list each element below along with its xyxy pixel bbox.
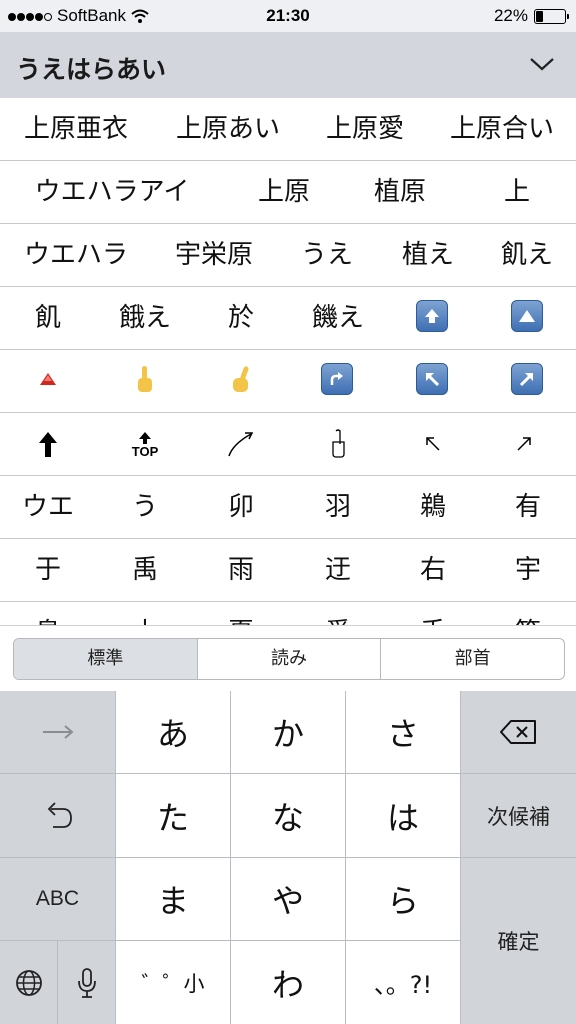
candidate-item[interactable]: 宇 bbox=[515, 539, 541, 601]
key-a[interactable]: あ bbox=[116, 691, 230, 773]
candidate-item[interactable]: 迂 bbox=[325, 539, 351, 601]
pointing-up-hand-icon[interactable] bbox=[128, 363, 162, 397]
battery-percent: 22% bbox=[493, 6, 528, 25]
candidate-item[interactable]: ウエハラ bbox=[24, 224, 128, 286]
candidate-item[interactable]: 飢 bbox=[35, 287, 61, 349]
input-reading: うえはらあい bbox=[16, 55, 167, 84]
candidate-item[interactable]: 禹 bbox=[132, 539, 158, 601]
key-ya[interactable]: や bbox=[231, 858, 345, 940]
key-sa[interactable]: さ bbox=[346, 691, 460, 773]
candidate-list: 上原亜衣 上原あい 上原愛 上原合い ウエハラアイ 上原 植原 上 ウエハラ 宇… bbox=[0, 98, 576, 625]
candidate-item[interactable]: 上原亜衣 bbox=[24, 98, 128, 160]
key-dakuten-small[interactable]: ゛゜小 bbox=[116, 941, 230, 1024]
candidate-row: 上原亜衣 上原あい 上原愛 上原合い bbox=[0, 98, 576, 161]
confirm-key[interactable]: 確定 bbox=[461, 858, 576, 1024]
candidate-item[interactable]: 餓え bbox=[119, 287, 171, 349]
candidate-item[interactable]: 飢え bbox=[501, 224, 553, 286]
hand-pointing-up-outline-icon[interactable] bbox=[320, 426, 356, 462]
candidate-item[interactable]: 雨 bbox=[228, 539, 254, 601]
candidate-item[interactable]: 於 bbox=[228, 287, 254, 349]
candidate-item[interactable]: う bbox=[132, 476, 158, 538]
segment-radical[interactable]: 部首 bbox=[380, 639, 564, 679]
mic-icon bbox=[77, 967, 96, 998]
candidate-item[interactable]: 上原合い bbox=[450, 98, 554, 160]
globe-icon bbox=[15, 969, 42, 996]
candidate-row: 鳥 木 夏 愛 手 等 bbox=[0, 602, 576, 625]
candidate-item[interactable]: 有 bbox=[515, 476, 541, 538]
candidate-item[interactable]: 木 bbox=[132, 602, 158, 625]
candidate-row: ウエハラ 宇栄原 うえ 植え 飢え bbox=[0, 224, 576, 287]
candidate-item[interactable]: 植原 bbox=[374, 161, 426, 223]
key-wa[interactable]: わ bbox=[231, 941, 345, 1024]
candidate-item[interactable]: 羽 bbox=[325, 476, 351, 538]
cursor-right-key[interactable] bbox=[0, 691, 115, 773]
key-ra[interactable]: ら bbox=[346, 858, 460, 940]
candidate-item[interactable]: 愛 bbox=[325, 602, 351, 625]
candidate-row bbox=[0, 350, 576, 413]
candidate-item[interactable]: 夏 bbox=[228, 602, 254, 625]
svg-text:TOP: TOP bbox=[132, 444, 159, 459]
candidate-item[interactable]: 上 bbox=[504, 161, 530, 223]
candidate-row: 于 禹 雨 迂 右 宇 bbox=[0, 539, 576, 602]
undo-icon bbox=[47, 801, 72, 828]
candidate-item[interactable]: 鵜 bbox=[420, 476, 446, 538]
battery-indicator: 22% bbox=[493, 6, 569, 26]
sort-segmented-control: 標準 読み 部首 bbox=[13, 638, 565, 680]
candidate-item[interactable]: うえ bbox=[301, 224, 353, 286]
next-candidate-key[interactable]: 次候補 bbox=[461, 774, 576, 857]
candidate-item[interactable]: ウエハラアイ bbox=[35, 161, 190, 223]
collapse-chevron-icon[interactable] bbox=[528, 50, 556, 78]
arrow-right-curving-up-icon[interactable] bbox=[321, 363, 355, 397]
undo-key[interactable] bbox=[0, 774, 115, 857]
reading-bar: うえはらあい bbox=[0, 32, 576, 98]
key-ka[interactable]: か bbox=[231, 691, 345, 773]
key-ta[interactable]: た bbox=[116, 774, 230, 857]
candidate-row: TOP bbox=[0, 413, 576, 476]
candidate-item[interactable]: ウエ bbox=[22, 476, 74, 538]
candidate-row: ウエ う 卯 羽 鵜 有 bbox=[0, 476, 576, 539]
key-punctuation[interactable]: 、。?! bbox=[346, 941, 460, 1024]
index-pointing-up-icon[interactable] bbox=[224, 363, 258, 397]
heavy-up-arrow-icon[interactable] bbox=[30, 426, 66, 462]
candidate-item[interactable]: 鳥 bbox=[35, 602, 61, 625]
status-bar: SoftBank 21:30 22% bbox=[0, 0, 576, 32]
candidate-item[interactable]: 宇栄原 bbox=[175, 224, 253, 286]
arrow-up-left-icon[interactable] bbox=[416, 363, 450, 397]
kana-keyboard: あ か さ た な は 次候補 ABC ま や ら 確定 ゛゜小 わ 、。?! bbox=[0, 691, 576, 1024]
clock: 21:30 bbox=[266, 6, 310, 25]
candidate-item[interactable]: 饑え bbox=[312, 287, 364, 349]
candidate-item[interactable]: 卯 bbox=[228, 476, 254, 538]
arrow-up-left-thin-icon[interactable] bbox=[415, 426, 451, 462]
candidate-item[interactable]: 手 bbox=[420, 602, 446, 625]
key-ha[interactable]: は bbox=[346, 774, 460, 857]
segment-standard[interactable]: 標準 bbox=[14, 639, 197, 679]
up-triangle-button-emoji-icon[interactable] bbox=[511, 300, 545, 334]
curve-up-arrow-icon[interactable] bbox=[223, 426, 259, 462]
candidate-row: 飢 餓え 於 饑え bbox=[0, 287, 576, 350]
up-button-emoji-icon[interactable] bbox=[416, 300, 450, 334]
delete-icon bbox=[499, 720, 536, 744]
delete-key[interactable] bbox=[461, 691, 576, 773]
candidate-item[interactable]: 植え bbox=[402, 224, 454, 286]
red-triangle-up-icon[interactable] bbox=[31, 363, 65, 397]
dictation-key[interactable] bbox=[58, 941, 115, 1024]
key-na[interactable]: な bbox=[231, 774, 345, 857]
key-ma[interactable]: ま bbox=[116, 858, 230, 940]
arrow-up-right-icon[interactable] bbox=[511, 363, 545, 397]
candidate-item[interactable]: 上原愛 bbox=[326, 98, 404, 160]
candidate-item[interactable]: 右 bbox=[420, 539, 446, 601]
segment-reading[interactable]: 読み bbox=[196, 639, 381, 679]
battery-icon bbox=[534, 8, 569, 24]
candidate-item[interactable]: 上原あい bbox=[176, 98, 280, 160]
candidate-sort-bar: 標準 読み 部首 bbox=[0, 625, 576, 692]
arrow-up-right-thin-icon[interactable] bbox=[506, 426, 542, 462]
top-arrow-icon[interactable]: TOP bbox=[125, 426, 165, 462]
candidate-item[interactable]: 等 bbox=[515, 602, 541, 625]
arrow-right-icon bbox=[42, 725, 74, 739]
candidate-item[interactable]: 于 bbox=[35, 539, 61, 601]
abc-key[interactable]: ABC bbox=[0, 858, 115, 940]
candidate-row: ウエハラアイ 上原 植原 上 bbox=[0, 161, 576, 224]
candidate-item[interactable]: 上原 bbox=[258, 161, 310, 223]
globe-key[interactable] bbox=[0, 941, 57, 1024]
